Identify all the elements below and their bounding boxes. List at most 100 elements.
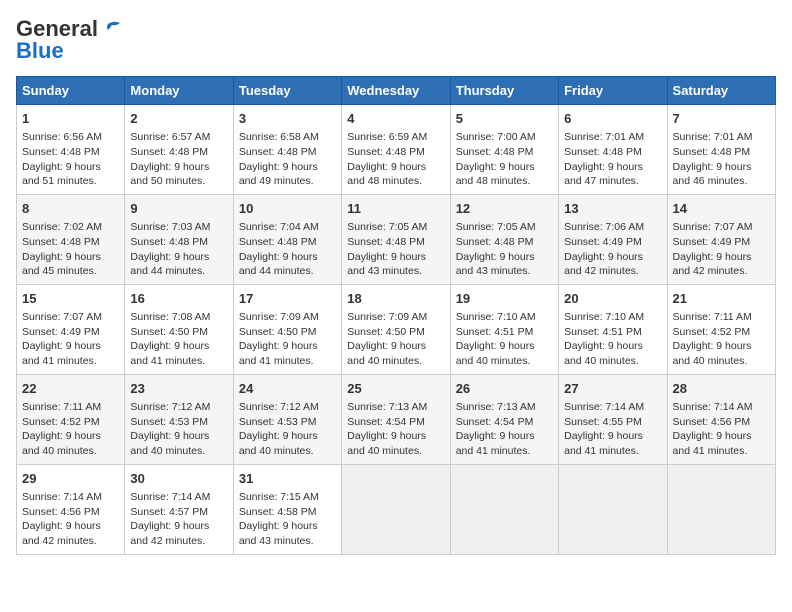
sunrise-label: Sunrise: 7:09 AM bbox=[239, 311, 319, 323]
day-number: 4 bbox=[347, 110, 444, 128]
daylight-label: Daylight: 9 hours and 44 minutes. bbox=[239, 251, 318, 278]
daylight-label: Daylight: 9 hours and 41 minutes. bbox=[673, 430, 752, 457]
day-number: 11 bbox=[347, 200, 444, 218]
daylight-label: Daylight: 9 hours and 42 minutes. bbox=[673, 251, 752, 278]
header-row: SundayMondayTuesdayWednesdayThursdayFrid… bbox=[17, 77, 776, 105]
day-number: 28 bbox=[673, 380, 770, 398]
sunset-label: Sunset: 4:50 PM bbox=[239, 326, 317, 338]
daylight-label: Daylight: 9 hours and 48 minutes. bbox=[456, 161, 535, 188]
calendar-table: SundayMondayTuesdayWednesdayThursdayFrid… bbox=[16, 76, 776, 555]
daylight-label: Daylight: 9 hours and 51 minutes. bbox=[22, 161, 101, 188]
day-number: 18 bbox=[347, 290, 444, 308]
calendar-day-23: 23Sunrise: 7:12 AMSunset: 4:53 PMDayligh… bbox=[125, 374, 233, 464]
sunrise-label: Sunrise: 7:02 AM bbox=[22, 221, 102, 233]
daylight-label: Daylight: 9 hours and 50 minutes. bbox=[130, 161, 209, 188]
sunrise-label: Sunrise: 7:07 AM bbox=[673, 221, 753, 233]
sunset-label: Sunset: 4:57 PM bbox=[130, 506, 208, 518]
sunset-label: Sunset: 4:53 PM bbox=[239, 416, 317, 428]
calendar-day-21: 21Sunrise: 7:11 AMSunset: 4:52 PMDayligh… bbox=[667, 284, 775, 374]
calendar-day-30: 30Sunrise: 7:14 AMSunset: 4:57 PMDayligh… bbox=[125, 464, 233, 554]
calendar-day-24: 24Sunrise: 7:12 AMSunset: 4:53 PMDayligh… bbox=[233, 374, 341, 464]
sunrise-label: Sunrise: 7:09 AM bbox=[347, 311, 427, 323]
sunset-label: Sunset: 4:49 PM bbox=[564, 236, 642, 248]
sunrise-label: Sunrise: 7:11 AM bbox=[22, 401, 101, 413]
page-header: General Blue bbox=[16, 16, 776, 64]
col-header-thursday: Thursday bbox=[450, 77, 558, 105]
empty-cell bbox=[559, 464, 667, 554]
calendar-day-14: 14Sunrise: 7:07 AMSunset: 4:49 PMDayligh… bbox=[667, 194, 775, 284]
col-header-monday: Monday bbox=[125, 77, 233, 105]
sunrise-label: Sunrise: 7:14 AM bbox=[673, 401, 753, 413]
daylight-label: Daylight: 9 hours and 44 minutes. bbox=[130, 251, 209, 278]
logo-text-blue: Blue bbox=[16, 38, 64, 64]
sunrise-label: Sunrise: 7:07 AM bbox=[22, 311, 102, 323]
calendar-day-4: 4Sunrise: 6:59 AMSunset: 4:48 PMDaylight… bbox=[342, 105, 450, 195]
calendar-day-20: 20Sunrise: 7:10 AMSunset: 4:51 PMDayligh… bbox=[559, 284, 667, 374]
day-number: 30 bbox=[130, 470, 227, 488]
sunset-label: Sunset: 4:53 PM bbox=[130, 416, 208, 428]
sunrise-label: Sunrise: 7:12 AM bbox=[130, 401, 210, 413]
calendar-day-27: 27Sunrise: 7:14 AMSunset: 4:55 PMDayligh… bbox=[559, 374, 667, 464]
daylight-label: Daylight: 9 hours and 41 minutes. bbox=[130, 340, 209, 367]
day-number: 9 bbox=[130, 200, 227, 218]
sunset-label: Sunset: 4:51 PM bbox=[564, 326, 642, 338]
sunrise-label: Sunrise: 7:14 AM bbox=[564, 401, 644, 413]
day-number: 5 bbox=[456, 110, 553, 128]
sunset-label: Sunset: 4:48 PM bbox=[347, 146, 425, 158]
sunset-label: Sunset: 4:48 PM bbox=[456, 236, 534, 248]
empty-cell bbox=[667, 464, 775, 554]
sunset-label: Sunset: 4:50 PM bbox=[347, 326, 425, 338]
day-number: 17 bbox=[239, 290, 336, 308]
day-number: 12 bbox=[456, 200, 553, 218]
daylight-label: Daylight: 9 hours and 40 minutes. bbox=[239, 430, 318, 457]
sunset-label: Sunset: 4:49 PM bbox=[22, 326, 100, 338]
calendar-day-22: 22Sunrise: 7:11 AMSunset: 4:52 PMDayligh… bbox=[17, 374, 125, 464]
day-number: 7 bbox=[673, 110, 770, 128]
daylight-label: Daylight: 9 hours and 43 minutes. bbox=[456, 251, 535, 278]
sunrise-label: Sunrise: 7:10 AM bbox=[456, 311, 536, 323]
col-header-saturday: Saturday bbox=[667, 77, 775, 105]
daylight-label: Daylight: 9 hours and 41 minutes. bbox=[22, 340, 101, 367]
sunrise-label: Sunrise: 7:01 AM bbox=[564, 131, 644, 143]
calendar-day-12: 12 Sunrise: 7:05 AM Sunset: 4:48 PM Dayligh… bbox=[450, 194, 558, 284]
calendar-day-16: 16Sunrise: 7:08 AMSunset: 4:50 PMDayligh… bbox=[125, 284, 233, 374]
sunset-label: Sunset: 4:48 PM bbox=[22, 146, 100, 158]
calendar-day-18: 18Sunrise: 7:09 AMSunset: 4:50 PMDayligh… bbox=[342, 284, 450, 374]
sunset-label: Sunset: 4:50 PM bbox=[130, 326, 208, 338]
sunset-label: Sunset: 4:48 PM bbox=[564, 146, 642, 158]
daylight-label: Daylight: 9 hours and 40 minutes. bbox=[564, 340, 643, 367]
day-number: 16 bbox=[130, 290, 227, 308]
day-number: 6 bbox=[564, 110, 661, 128]
sunset-label: Sunset: 4:51 PM bbox=[456, 326, 534, 338]
daylight-label: Daylight: 9 hours and 45 minutes. bbox=[22, 251, 101, 278]
day-number: 29 bbox=[22, 470, 119, 488]
sunrise-label: Sunrise: 7:10 AM bbox=[564, 311, 644, 323]
calendar-day-6: 6Sunrise: 7:01 AMSunset: 4:48 PMDaylight… bbox=[559, 105, 667, 195]
col-header-sunday: Sunday bbox=[17, 77, 125, 105]
sunrise-label: Sunrise: 7:05 AM bbox=[456, 221, 536, 233]
calendar-week-3: 15Sunrise: 7:07 AMSunset: 4:49 PMDayligh… bbox=[17, 284, 776, 374]
sunrise-label: Sunrise: 7:14 AM bbox=[130, 491, 210, 503]
calendar-day-5: 5Sunrise: 7:00 AMSunset: 4:48 PMDaylight… bbox=[450, 105, 558, 195]
sunrise-label: Sunrise: 7:14 AM bbox=[22, 491, 102, 503]
day-number: 8 bbox=[22, 200, 119, 218]
daylight-label: Daylight: 9 hours and 46 minutes. bbox=[673, 161, 752, 188]
sunrise-label: Sunrise: 6:56 AM bbox=[22, 131, 102, 143]
daylight-label: Daylight: 9 hours and 40 minutes. bbox=[456, 340, 535, 367]
day-number: 14 bbox=[673, 200, 770, 218]
daylight-label: Daylight: 9 hours and 42 minutes. bbox=[564, 251, 643, 278]
sunset-label: Sunset: 4:48 PM bbox=[130, 146, 208, 158]
calendar-day-2: 2Sunrise: 6:57 AMSunset: 4:48 PMDaylight… bbox=[125, 105, 233, 195]
calendar-day-28: 28Sunrise: 7:14 AMSunset: 4:56 PMDayligh… bbox=[667, 374, 775, 464]
sunrise-label: Sunrise: 6:59 AM bbox=[347, 131, 427, 143]
sunset-label: Sunset: 4:58 PM bbox=[239, 506, 317, 518]
calendar-day-26: 26Sunrise: 7:13 AMSunset: 4:54 PMDayligh… bbox=[450, 374, 558, 464]
calendar-week-4: 22Sunrise: 7:11 AMSunset: 4:52 PMDayligh… bbox=[17, 374, 776, 464]
day-number: 2 bbox=[130, 110, 227, 128]
daylight-label: Daylight: 9 hours and 40 minutes. bbox=[347, 430, 426, 457]
col-header-tuesday: Tuesday bbox=[233, 77, 341, 105]
daylight-label: Daylight: 9 hours and 40 minutes. bbox=[130, 430, 209, 457]
logo-bird-icon bbox=[100, 18, 122, 40]
col-header-friday: Friday bbox=[559, 77, 667, 105]
day-number: 19 bbox=[456, 290, 553, 308]
